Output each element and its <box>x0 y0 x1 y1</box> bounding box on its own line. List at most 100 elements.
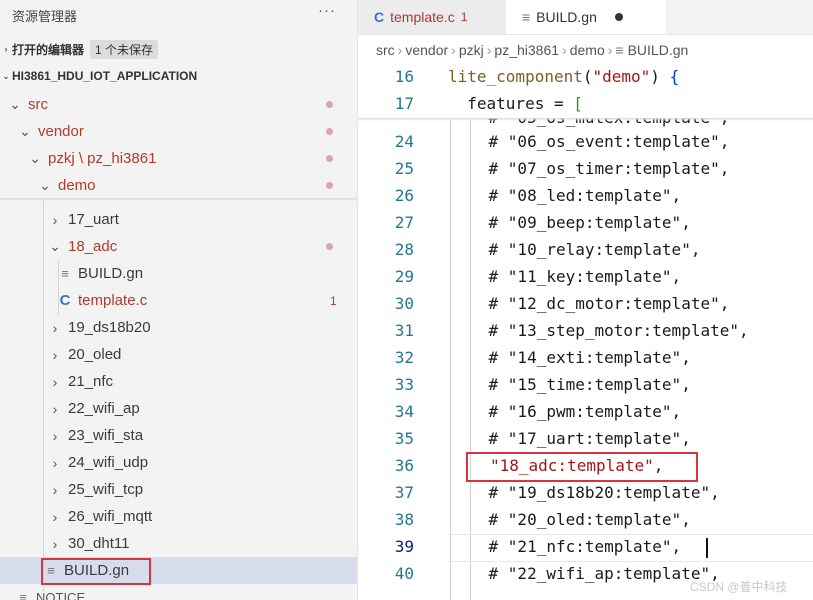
tree-folder-pzkj[interactable]: ⌄ pzkj \ pz_hi3861 <box>0 145 357 172</box>
breadcrumb-item[interactable]: src <box>376 42 395 58</box>
code-line: # "15_time:template", <box>450 375 691 394</box>
sticky-scroll-shadow <box>358 118 813 121</box>
tree-item-label: 17_uart <box>68 211 119 228</box>
code-line: # "16_pwm:template", <box>450 402 682 421</box>
tree-folder-21-nfc[interactable]: › 21_nfc <box>0 368 357 395</box>
breadcrumb-item[interactable]: pzkj <box>459 42 484 58</box>
chevron-right-icon: › <box>52 427 58 444</box>
tree-folder-25-wifi-tcp[interactable]: › 25_wifi_tcp <box>0 476 357 503</box>
unsaved-dot-icon[interactable] <box>614 13 623 21</box>
chevron-right-icon: › <box>486 42 492 58</box>
code-token: "demo" <box>592 67 651 86</box>
chevron-down-icon: ⌄ <box>39 177 51 193</box>
file-lines-icon: ≡ <box>61 266 69 281</box>
code-line-sticky: lite_component("demo") { <box>448 67 679 86</box>
code-line: # "13_step_motor:template", <box>450 321 749 340</box>
more-actions-icon[interactable]: ··· <box>318 2 336 19</box>
tab-label: template.c <box>390 9 455 25</box>
watermark: CSDN @普中科技 <box>690 580 788 594</box>
tree-folder-20-oled[interactable]: › 20_oled <box>0 341 357 368</box>
tree-file-build-gn-adc[interactable]: ≡ BUILD.gn <box>0 260 357 287</box>
problem-count: 1 <box>330 294 337 308</box>
code-editor[interactable]: # "05_os_mutex:template", 24 # "06_os_ev… <box>358 64 813 600</box>
highlight-box <box>466 452 698 482</box>
tree-file-notice[interactable]: ≡ NOTICE <box>0 584 357 600</box>
code-token: features = <box>448 94 574 113</box>
tab-label: BUILD.gn <box>536 9 597 25</box>
tree-folder-19-ds18b20[interactable]: › 19_ds18b20 <box>0 314 357 341</box>
tree-folder-30-dht11[interactable]: › 30_dht11 <box>0 530 357 557</box>
modified-dot-icon <box>326 243 333 250</box>
code-line: # "12_dc_motor:template", <box>450 294 730 313</box>
tree-folder-26-wifi-mqtt[interactable]: › 26_wifi_mqtt <box>0 503 357 530</box>
code-line: # "14_exti:template", <box>450 348 691 367</box>
line-number: 16 <box>394 67 414 86</box>
line-number: 29 <box>394 267 414 286</box>
tab-template-c[interactable]: C template.c 1 <box>358 0 506 34</box>
tab-build-gn[interactable]: ≡ BUILD.gn <box>506 0 666 34</box>
line-number: 17 <box>394 94 414 113</box>
chevron-down-icon: ⌄ <box>29 150 41 166</box>
unsaved-badge: 1 个未保存 <box>90 39 159 59</box>
modified-dot-icon <box>326 155 333 162</box>
code-token: { <box>669 67 680 86</box>
sticky-scroll-shadow <box>0 198 357 201</box>
tree-item-label: src <box>28 96 48 113</box>
chevron-right-icon: › <box>52 481 58 498</box>
breadcrumb-item[interactable]: vendor <box>405 42 448 58</box>
code-token: lite_component <box>448 67 583 86</box>
line-number: 34 <box>394 402 414 421</box>
code-token: ) <box>650 67 670 86</box>
line-number: 27 <box>394 213 414 232</box>
tree-item-label: NOTICE <box>36 590 86 600</box>
tree-folder-22-wifi-ap[interactable]: › 22_wifi_ap <box>0 395 357 422</box>
tree-item-label: BUILD.gn <box>78 265 144 282</box>
open-editors-label: 打开的编辑器 <box>12 42 85 57</box>
tree-folder-demo[interactable]: ⌄ demo <box>0 172 357 199</box>
line-number: 39 <box>394 537 414 556</box>
line-number: 40 <box>394 564 414 583</box>
editor-tab-bar: C template.c 1 ≡ BUILD.gn <box>358 0 813 35</box>
tree-file-template-c[interactable]: C template.c 1 <box>0 287 357 314</box>
tree-item-label: 21_nfc <box>68 373 114 390</box>
tree-item-label: 26_wifi_mqtt <box>68 508 153 525</box>
line-number: 24 <box>394 132 414 151</box>
breadcrumb-item[interactable]: BUILD.gn <box>628 42 689 58</box>
line-number: 35 <box>394 429 414 448</box>
file-lines-icon: ≡ <box>522 9 531 25</box>
breadcrumb-item[interactable]: demo <box>570 42 605 58</box>
tree-item-label: 25_wifi_tcp <box>68 481 144 498</box>
code-line: # "11_key:template", <box>450 267 682 286</box>
tree-item-label: 22_wifi_ap <box>68 400 140 417</box>
code-line: # "08_led:template", <box>450 186 682 205</box>
code-line: # "20_oled:template", <box>450 510 691 529</box>
tree-folder-23-wifi-sta[interactable]: › 23_wifi_sta <box>0 422 357 449</box>
line-number: 31 <box>394 321 414 340</box>
tree-folder-vendor[interactable]: ⌄ vendor <box>0 118 357 145</box>
code-line: # "21_nfc:template", <box>450 537 682 556</box>
tree-item-label: 18_adc <box>68 238 118 255</box>
line-number: 30 <box>394 294 414 313</box>
chevron-right-icon: › <box>52 319 58 336</box>
tree-item-label: demo <box>58 177 96 194</box>
tree-folder-src[interactable]: ⌄ src <box>0 91 357 118</box>
chevron-right-icon: › <box>52 373 58 390</box>
tree-item-label: 19_ds18b20 <box>68 319 151 336</box>
line-number: 37 <box>394 483 414 502</box>
tree-item-label: 30_dht11 <box>68 535 130 552</box>
open-editors-section[interactable]: › 打开的编辑器 1 个未保存 <box>0 37 357 61</box>
tree-folder-24-wifi-udp[interactable]: › 24_wifi_udp <box>0 449 357 476</box>
chevron-right-icon: › <box>52 454 58 471</box>
chevron-right-icon: › <box>52 400 58 417</box>
tree-item-label: template.c <box>78 292 148 309</box>
chevron-right-icon: › <box>52 211 58 228</box>
code-line: # "07_os_timer:template", <box>450 159 730 178</box>
workspace-root-section[interactable]: ⌄ HI3861_HDU_IOT_APPLICATION <box>0 64 357 88</box>
breadcrumb: src › vendor › pzkj › pz_hi3861 › demo › ≡ BUILD.gn <box>376 42 688 58</box>
tree-folder-17-uart[interactable]: › 17_uart <box>0 206 357 233</box>
chevron-right-icon: › <box>562 42 567 58</box>
line-number: 38 <box>394 510 414 529</box>
breadcrumb-item[interactable]: pz_hi3861 <box>494 42 559 58</box>
tree-folder-18-adc[interactable]: ⌄ 18_adc <box>0 233 357 260</box>
chevron-down-icon: ⌄ <box>9 96 21 112</box>
